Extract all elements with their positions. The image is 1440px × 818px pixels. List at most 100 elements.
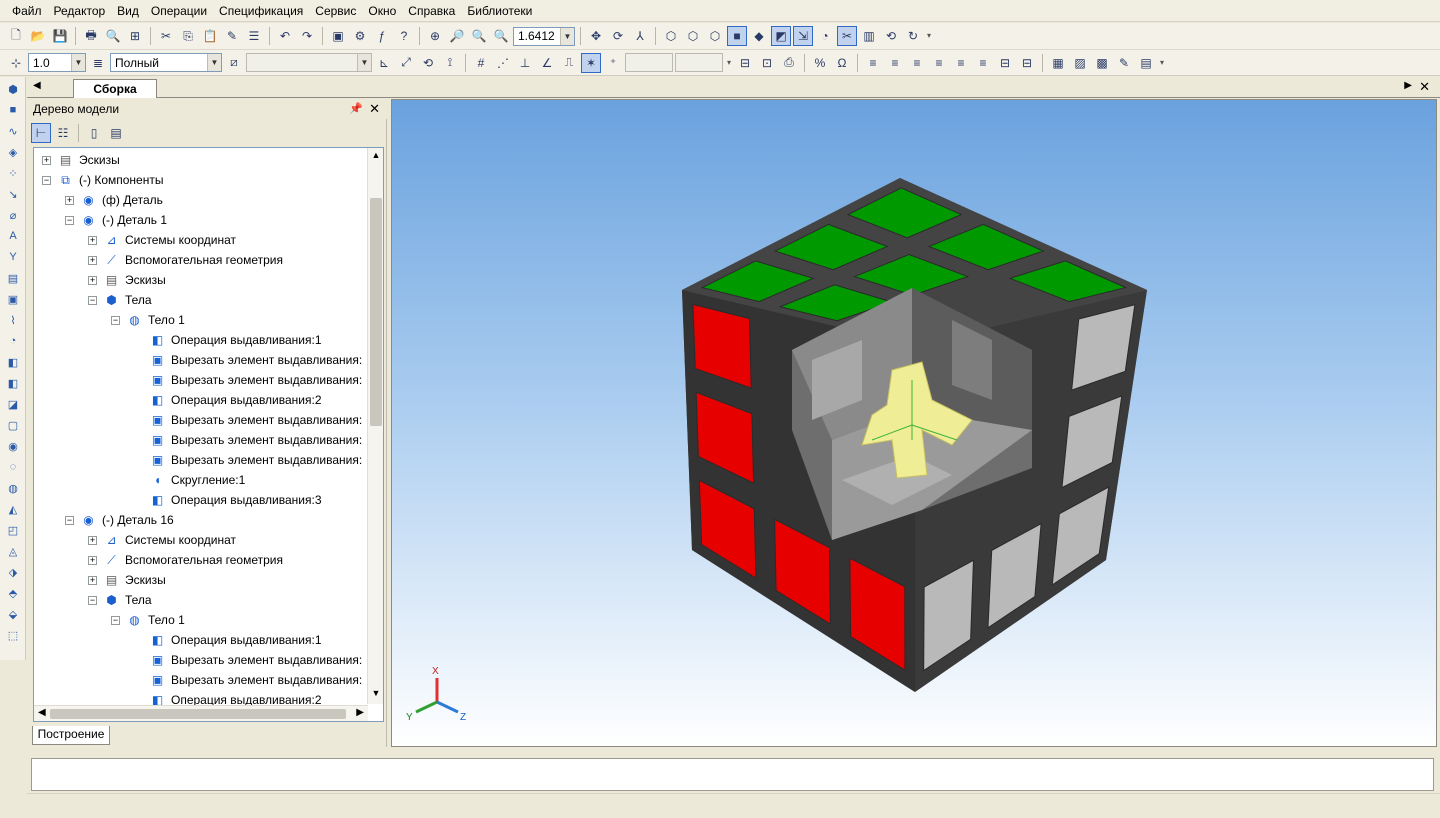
tree-node[interactable]: − ◉ (-) Деталь 16 — [65, 510, 174, 530]
collapse-icon[interactable]: − — [88, 295, 97, 305]
open-file-icon[interactable]: 📂 — [28, 26, 48, 46]
tree-node[interactable]: ◖ Скругление:1 — [134, 470, 245, 490]
collapse-icon[interactable]: − — [65, 515, 74, 525]
layers-icon[interactable]: ≣ — [88, 53, 108, 73]
transform-icon[interactable]: ⤢ — [396, 53, 416, 73]
component-insert-icon[interactable]: ◧ — [4, 374, 22, 392]
menu-operations[interactable]: Операции — [145, 0, 213, 22]
chevron-down-icon[interactable]: ▼ — [357, 54, 371, 71]
component-place-icon[interactable]: ◪ — [4, 395, 22, 413]
expand-icon[interactable]: + — [88, 255, 97, 265]
print-icon[interactable]: 🖶 — [81, 26, 101, 46]
toolbar-options-icon[interactable]: ▾ — [727, 58, 733, 68]
tree-node[interactable]: + ⟋ Вспомогательная геометрия — [88, 550, 283, 570]
symbol-icon[interactable]: Ω — [832, 53, 852, 73]
edit-part-icon[interactable]: ⬢ — [4, 80, 22, 98]
zoom-icon[interactable]: 🔎 — [447, 26, 467, 46]
rotate-comp-icon[interactable]: ⬙ — [4, 605, 22, 623]
3d-viewport[interactable]: X Y Z — [391, 99, 1437, 747]
rotate-icon[interactable]: ⟳ — [608, 26, 628, 46]
tree-node[interactable]: + ⊿ Системы координат — [88, 230, 236, 250]
tree-node[interactable]: + ⊿ Системы координат — [88, 530, 236, 550]
tree-node[interactable]: ◧ Операция выдавливания:3 — [134, 490, 322, 510]
tree-node[interactable]: ◧ Операция выдавливания:1 — [134, 630, 322, 650]
object-snap-icon[interactable]: ✶ — [581, 52, 601, 73]
tree-node[interactable]: − ◍ Тело 1 — [111, 610, 185, 630]
collapse-icon[interactable]: − — [111, 615, 120, 625]
shell-icon[interactable]: ◉ — [4, 437, 22, 455]
tab-construction[interactable]: Построение — [32, 726, 110, 745]
measure-tool-icon[interactable]: ◔ — [4, 332, 22, 350]
library-icon[interactable]: ▥ — [859, 26, 879, 46]
tree-node[interactable]: + ▤ Эскизы — [42, 150, 120, 170]
mirror-icon[interactable]: ◭ — [4, 500, 22, 518]
close-icon[interactable]: ✕ — [369, 99, 380, 119]
cube-model[interactable]: X Y Z — [392, 100, 1437, 747]
tree-node[interactable]: + ⟋ Вспомогательная геометрия — [88, 250, 283, 270]
cell-icon[interactable]: ▤ — [1136, 53, 1156, 73]
hole-icon[interactable]: ▢ — [4, 416, 22, 434]
menu-window[interactable]: Окно — [362, 0, 402, 22]
toolbar-options-icon[interactable]: ▾ — [1160, 58, 1166, 68]
style-icon[interactable]: ⧄ — [224, 53, 244, 73]
tree-view-mode-icon[interactable]: ☷ — [53, 123, 73, 143]
scroll-up-icon[interactable]: ▲ — [368, 150, 383, 164]
section-view-icon[interactable]: ✂ — [837, 26, 857, 46]
collapse-icon[interactable]: − — [42, 175, 51, 185]
align-mid-icon[interactable]: ≡ — [885, 53, 905, 73]
report-icon[interactable]: ▣ — [4, 290, 22, 308]
expand-icon[interactable]: + — [88, 535, 97, 545]
pin-icon[interactable]: 📌 — [349, 99, 363, 119]
assembly-icon[interactable]: ⬚ — [4, 626, 22, 644]
tree-node[interactable]: − ⬢ Тела — [88, 290, 152, 310]
orientation-icon[interactable]: ⅄ — [630, 26, 650, 46]
redo-icon[interactable]: ↷ — [297, 26, 317, 46]
coord-x-field[interactable] — [625, 53, 673, 72]
scrollbar-thumb[interactable] — [370, 198, 382, 426]
text-style-3-icon[interactable]: ≡ — [973, 53, 993, 73]
properties-icon[interactable]: ☰ — [244, 26, 264, 46]
menu-service[interactable]: Сервис — [309, 0, 362, 22]
local-cs-icon[interactable]: ⊾ — [374, 53, 394, 73]
selection-filter-icon[interactable]: ⇲ — [793, 26, 813, 46]
new-file-icon[interactable]: 🗋 — [6, 26, 26, 46]
tree-node[interactable]: ▣ Вырезать элемент выдавливания: — [134, 410, 362, 430]
manager-icon[interactable]: ▣ — [328, 26, 348, 46]
tree-node[interactable]: − ⬢ Тела — [88, 590, 152, 610]
grid-icon[interactable]: # — [471, 53, 491, 73]
constraint-icon[interactable]: ⬗ — [4, 563, 22, 581]
tree-vertical-scrollbar[interactable]: ▲ ▼ — [367, 148, 383, 704]
copy-icon[interactable]: ⎘ — [178, 26, 198, 46]
points-icon[interactable]: ⁘ — [4, 164, 22, 182]
scrollbar-thumb[interactable] — [50, 709, 346, 719]
expand-icon[interactable]: + — [88, 275, 97, 285]
tree-node[interactable]: ▣ Вырезать элемент выдавливания: — [134, 450, 362, 470]
menu-specification[interactable]: Спецификация — [213, 0, 309, 22]
close-document-icon[interactable]: ✕ — [1419, 79, 1430, 95]
command-prompt-box[interactable] — [31, 758, 1434, 791]
expand-icon[interactable]: + — [42, 155, 51, 165]
snap-grid-icon[interactable]: ⋰ — [493, 53, 513, 73]
percent-icon[interactable]: % — [810, 53, 830, 73]
delete-row-icon[interactable]: ⊟ — [1017, 53, 1037, 73]
text-icon[interactable]: A — [4, 227, 22, 245]
update-icon[interactable]: ⟲ — [881, 26, 901, 46]
tree-node[interactable]: − ⧉ (-) Компоненты — [42, 170, 163, 190]
tree-node[interactable]: + ▤ Эскизы — [88, 270, 166, 290]
tree-node[interactable]: ▣ Вырезать элемент выдавливания: — [134, 430, 362, 450]
format-painter-icon[interactable]: ✎ — [222, 26, 242, 46]
tree-structure-icon[interactable]: ⊢ — [31, 123, 51, 143]
insert-icon[interactable]: ⊟ — [735, 53, 755, 73]
style-select[interactable]: ▼ — [246, 53, 372, 72]
refresh-icon[interactable]: ↻ — [903, 26, 923, 46]
visibility-icon[interactable]: ◔ — [815, 26, 835, 46]
perspective-icon[interactable]: ◩ — [771, 26, 791, 46]
tab-scroll-left-icon[interactable]: ◀ — [33, 80, 41, 91]
tree-node[interactable]: ◧ Операция выдавливания:2 — [134, 390, 322, 410]
tree-node[interactable]: ▣ Вырезать элемент выдавливания: — [134, 350, 362, 370]
chevron-down-icon[interactable]: ▼ — [71, 54, 85, 71]
dimension-icon[interactable]: ↘ — [4, 185, 22, 203]
shaded-edges-icon[interactable]: ◆ — [749, 26, 769, 46]
expand-icon[interactable]: + — [88, 555, 97, 565]
component-icon[interactable]: ⊡ — [757, 53, 777, 73]
